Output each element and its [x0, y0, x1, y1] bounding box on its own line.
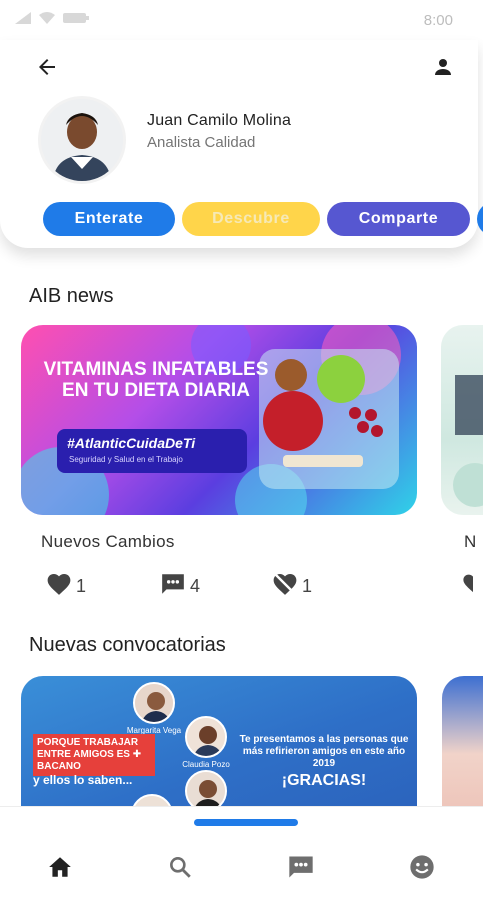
dislike-reaction[interactable]: 1: [272, 572, 312, 601]
profile-header: Juan Camilo Molina Analista Calidad Ente…: [0, 40, 483, 248]
broken-heart-icon: [272, 572, 298, 601]
back-button[interactable]: [32, 54, 62, 84]
smiley-icon: [408, 853, 436, 886]
section-title-news: AIB news: [29, 285, 114, 307]
back-arrow-icon: [35, 55, 59, 84]
news-banner-tag: #AtlanticCuidaDeTi Seguridad y Salud en …: [57, 429, 247, 473]
news-caption-next-partial: N: [464, 532, 477, 551]
convocatoria-card[interactable]: Margarita Vega Claudia Pozo PORQUE TRABA…: [21, 676, 417, 806]
chat-icon: [287, 854, 315, 885]
like-reaction-next-partial[interactable]: [462, 572, 483, 594]
news-banner-graphic: [21, 325, 401, 515]
nav-search[interactable]: [164, 853, 196, 885]
signal-icon: [14, 11, 32, 30]
news-banner-hashtag: #AtlanticCuidaDeTi: [67, 435, 196, 451]
news-banner-subtitle: Seguridad y Salud en el Trabajo: [69, 455, 183, 464]
promo-banner: PORQUE TRABAJAR ENTRE AMIGOS ES ✚ BACANO: [33, 734, 155, 776]
wifi-icon: [38, 11, 56, 30]
user-role: Analista Calidad: [147, 134, 256, 151]
chip-next-partial[interactable]: [477, 202, 483, 236]
bottom-nav: [0, 806, 483, 900]
user-name: Juan Camilo Molina: [147, 112, 292, 129]
home-icon: [47, 855, 73, 884]
news-card-next-partial[interactable]: [441, 325, 483, 515]
section-title-convocatorias: Nuevas convocatorias: [29, 634, 226, 656]
like-count: 1: [76, 576, 87, 596]
news-card[interactable]: VITAMINAS INFATABLES EN TU DIETA DIARIA …: [21, 325, 417, 515]
avatar: [38, 96, 126, 184]
chip-comparte[interactable]: Comparte: [327, 202, 470, 236]
person-photo: [133, 682, 175, 724]
comment-icon: [160, 572, 186, 601]
comment-count: 4: [190, 576, 201, 596]
news-caption: Nuevos Cambios: [41, 532, 175, 551]
person-photo: [131, 794, 173, 806]
person-photo: [185, 770, 227, 806]
status-icons: [14, 11, 90, 30]
chip-descubre[interactable]: Descubre: [182, 202, 320, 236]
heart-icon: [46, 572, 72, 601]
person-name: Claudia Pozo: [182, 760, 230, 769]
convocatoria-card-next-partial[interactable]: [442, 676, 483, 806]
battery-icon: [62, 11, 90, 30]
profile-button[interactable]: [428, 54, 458, 84]
search-icon: [167, 854, 193, 885]
news-banner-title: VITAMINAS INFATABLES EN TU DIETA DIARIA: [43, 359, 269, 401]
dislike-count: 1: [302, 576, 313, 596]
promo-subtitle: y ellos lo saben...: [33, 773, 133, 787]
convocatoria-thanks: ¡GRACIAS!: [281, 772, 367, 789]
person-photo: [185, 716, 227, 758]
convocatoria-message: Te presentamos a las personas que más re…: [239, 734, 409, 769]
comment-reaction[interactable]: 4: [160, 572, 200, 601]
active-tab-indicator: [194, 819, 298, 826]
person-icon: [431, 55, 455, 84]
category-chips: Enterate Descubre Comparte: [43, 202, 483, 236]
status-time: 8:00: [423, 12, 453, 29]
nav-chat[interactable]: [285, 853, 317, 885]
like-reaction[interactable]: 1: [46, 572, 86, 601]
nav-profile[interactable]: [406, 853, 438, 885]
chip-enterate[interactable]: Enterate: [43, 202, 175, 236]
nav-home[interactable]: [44, 853, 76, 885]
status-bar: 8:00: [0, 0, 483, 40]
